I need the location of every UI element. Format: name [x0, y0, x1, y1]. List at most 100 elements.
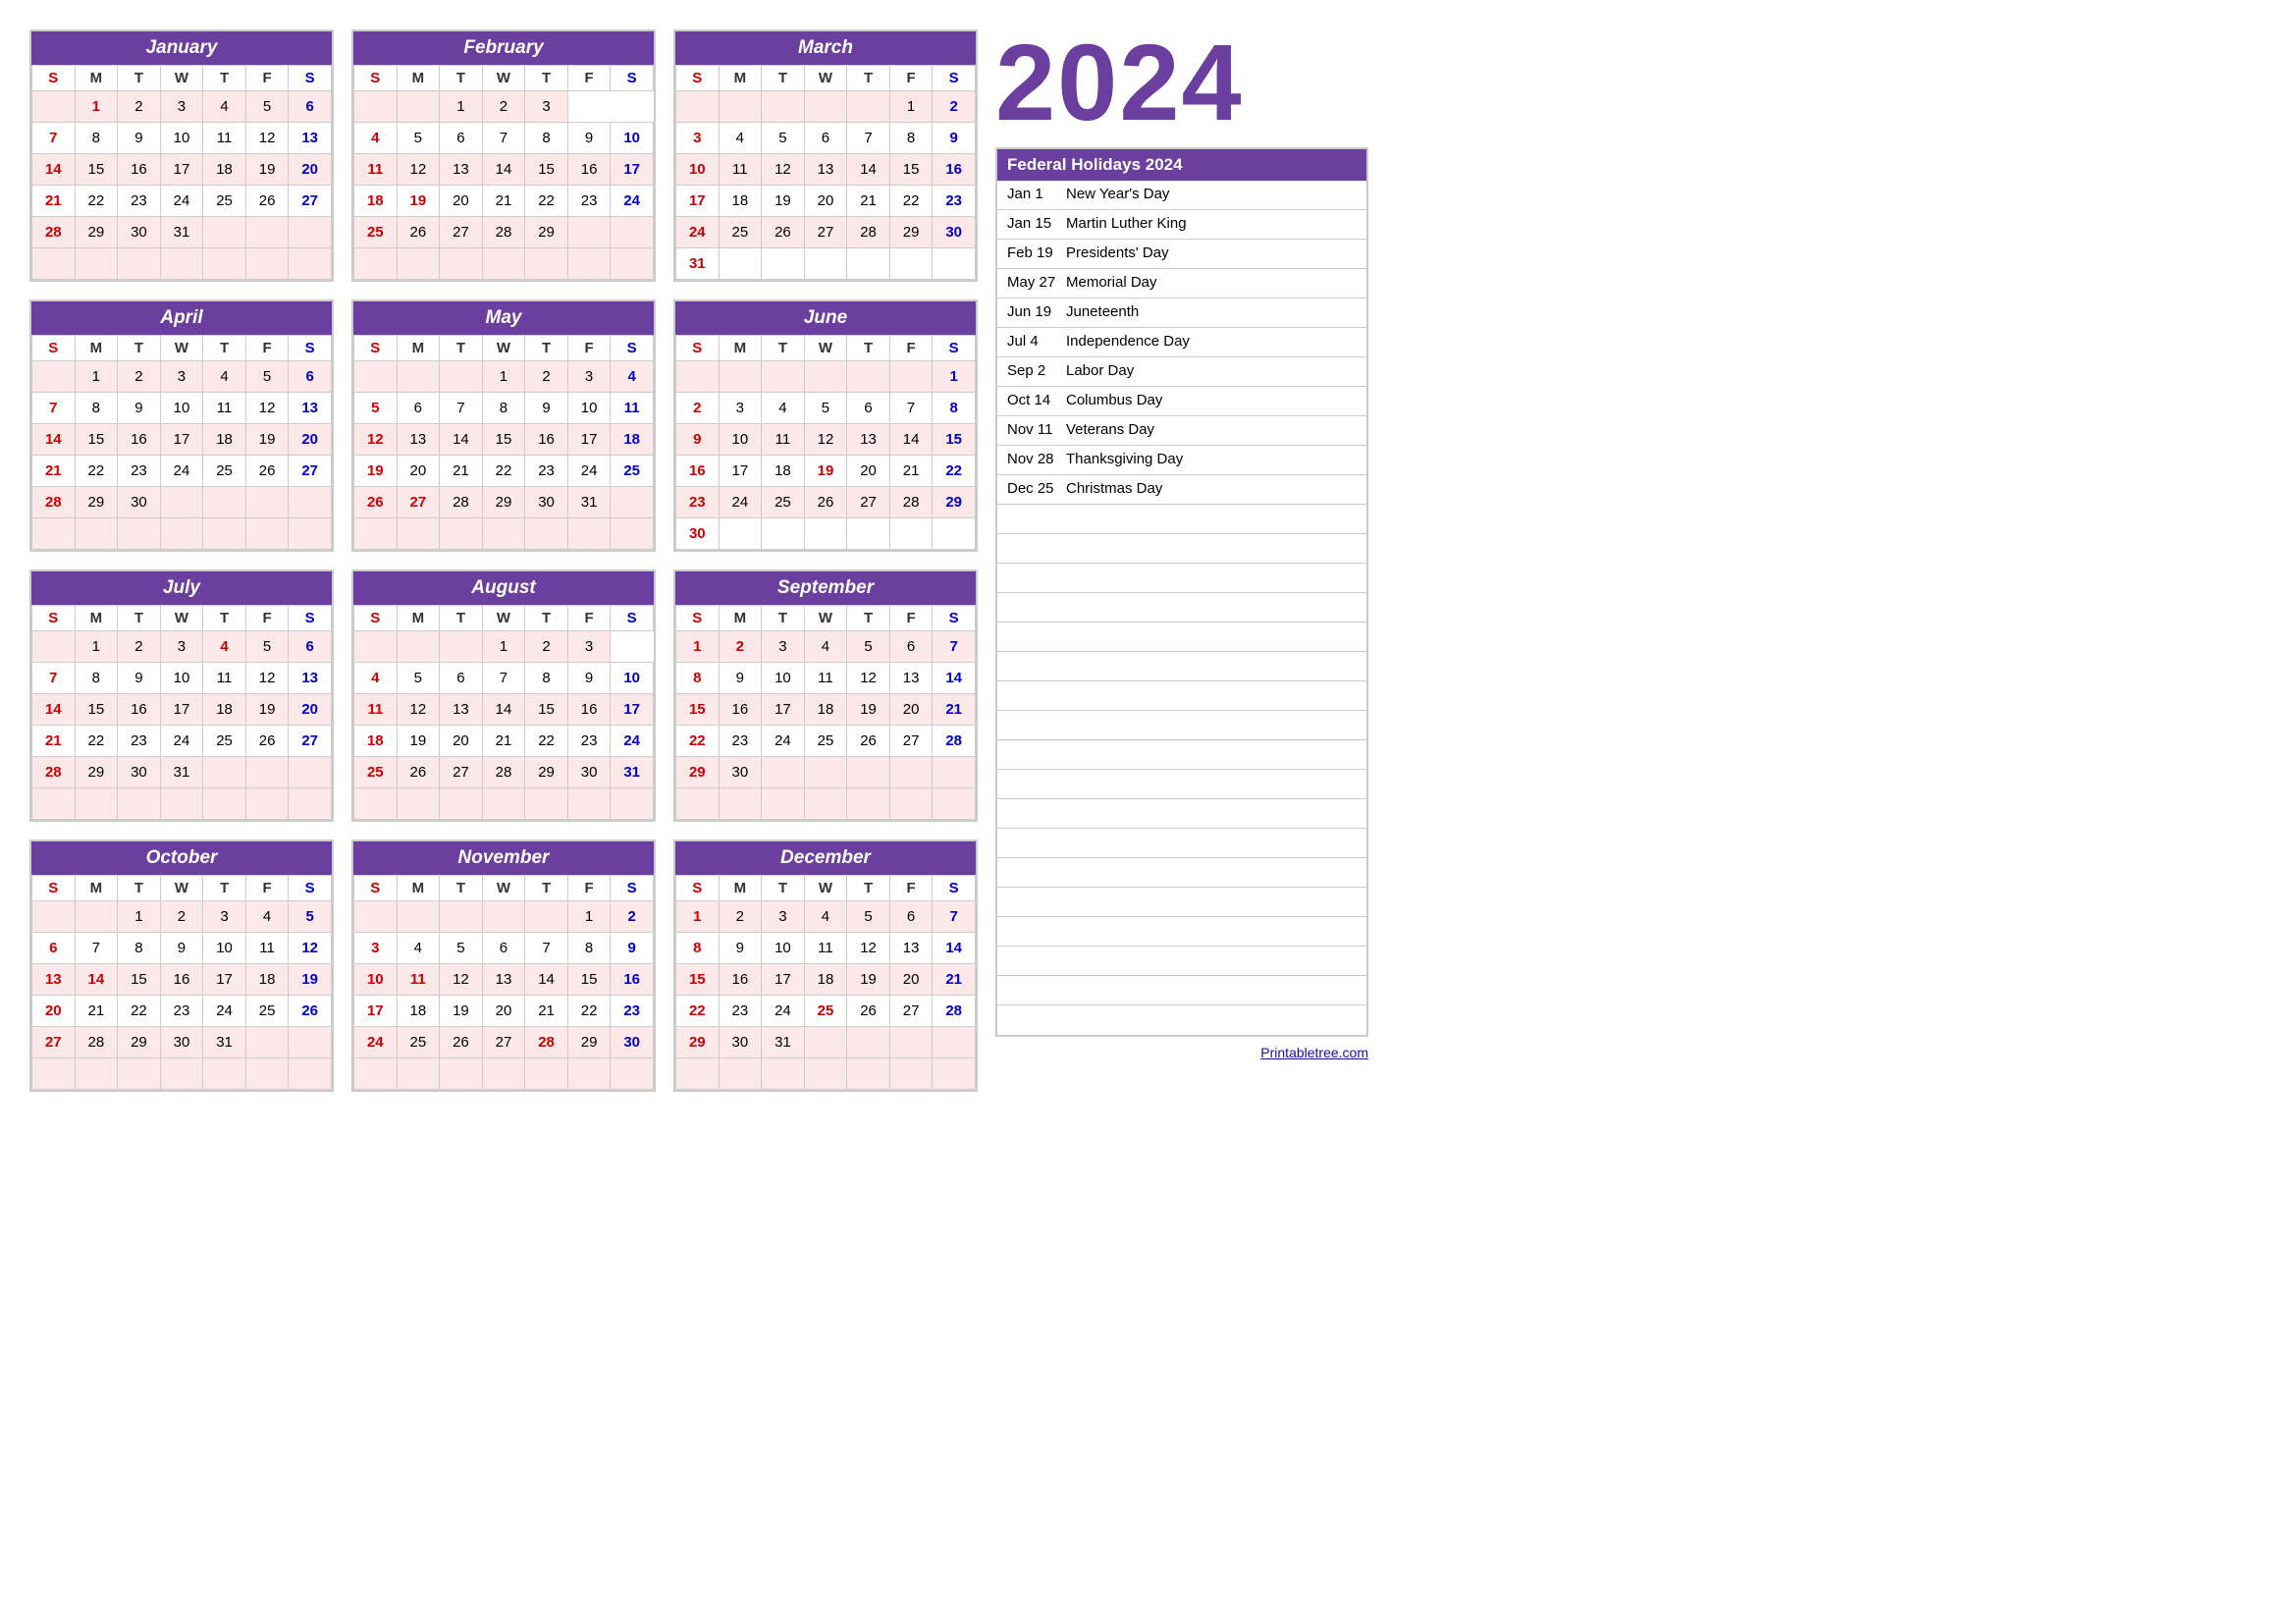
- day-header: F: [245, 336, 289, 361]
- calendar-day: 16: [611, 964, 654, 996]
- calendar-day: 18: [397, 996, 440, 1027]
- holiday-row: Jul 4Independence Day: [997, 328, 1366, 357]
- holiday-row-empty: [997, 711, 1366, 740]
- calendar-day-empty: [32, 518, 76, 550]
- calendar-day: [32, 91, 76, 123]
- day-header: S: [611, 606, 654, 631]
- calendar-day: 1: [75, 91, 118, 123]
- day-header: S: [676, 336, 720, 361]
- day-header: W: [482, 66, 525, 91]
- calendar-day: 5: [289, 901, 332, 933]
- calendar-day: 24: [160, 456, 203, 487]
- calendar-day: 21: [889, 456, 933, 487]
- calendar-day-empty: [611, 248, 654, 280]
- calendar-day: 1: [482, 361, 525, 393]
- month-title: May: [353, 301, 654, 335]
- calendar-day: 22: [75, 186, 118, 217]
- day-header: F: [245, 876, 289, 901]
- footer-link[interactable]: Printabletree.com: [995, 1045, 1368, 1060]
- month-november: NovemberSMTWTFS1234567891011121314151617…: [351, 839, 656, 1092]
- calendar-day-empty: [203, 518, 246, 550]
- calendar-day: [354, 91, 398, 123]
- calendar-day: 26: [804, 487, 847, 518]
- calendar-day: 12: [354, 424, 398, 456]
- day-header: M: [397, 336, 440, 361]
- calendar-day: 3: [719, 393, 762, 424]
- calendar-day-empty: [245, 788, 289, 820]
- day-header: T: [203, 66, 246, 91]
- calendar-day-empty: [440, 1058, 483, 1090]
- calendar-day: 2: [719, 631, 762, 663]
- day-header: T: [847, 606, 890, 631]
- calendar-day: 24: [611, 186, 654, 217]
- calendar-day: 25: [397, 1027, 440, 1058]
- day-header: F: [567, 66, 611, 91]
- day-header: W: [160, 336, 203, 361]
- calendar-day: 18: [203, 424, 246, 456]
- calendar-day-empty: [482, 518, 525, 550]
- day-header: M: [719, 66, 762, 91]
- calendar-day: 23: [567, 726, 611, 757]
- calendar-day: 24: [762, 726, 805, 757]
- calendar-day: 30: [676, 518, 720, 550]
- calendar-day: 16: [118, 694, 161, 726]
- calendar-day: 31: [676, 248, 720, 280]
- calendar-day-empty: [203, 1058, 246, 1090]
- calendar-day: 17: [676, 186, 720, 217]
- calendar-day: 29: [933, 487, 976, 518]
- calendar-day: 17: [567, 424, 611, 456]
- holiday-row-empty: [997, 770, 1366, 799]
- calendar-day-empty: [75, 1058, 118, 1090]
- calendar-day: 11: [804, 663, 847, 694]
- holiday-date: Jan 15: [1007, 215, 1066, 234]
- calendar-day: 2: [482, 91, 525, 123]
- month-title: December: [675, 841, 976, 875]
- calendar-day: 23: [118, 456, 161, 487]
- calendar-day: [289, 1027, 332, 1058]
- calendar-day: 2: [118, 91, 161, 123]
- day-header: F: [567, 336, 611, 361]
- calendar-day: 20: [804, 186, 847, 217]
- calendar-day: [719, 91, 762, 123]
- day-header: T: [525, 336, 568, 361]
- calendar-day: 31: [611, 757, 654, 788]
- calendar-day: 28: [933, 996, 976, 1027]
- holiday-row-empty: [997, 623, 1366, 652]
- calendar-day: 9: [118, 393, 161, 424]
- calendar-day-empty: [567, 248, 611, 280]
- calendar-day: [719, 518, 762, 550]
- calendar-day: 29: [889, 217, 933, 248]
- calendar-day-empty: [847, 788, 890, 820]
- page-layout: JanuarySMTWTFS12345678910111213141516171…: [29, 29, 2267, 1092]
- calendar-day: 24: [719, 487, 762, 518]
- calendar-day: 17: [762, 694, 805, 726]
- calendar-day: 2: [525, 631, 568, 663]
- calendar-day: 2: [525, 361, 568, 393]
- calendar-day: 24: [354, 1027, 398, 1058]
- calendar-day: 26: [762, 217, 805, 248]
- calendar-day: 15: [75, 694, 118, 726]
- day-header: W: [160, 606, 203, 631]
- holiday-date: Jan 1: [1007, 186, 1066, 204]
- calendar-day: 7: [933, 631, 976, 663]
- calendar-day: [933, 248, 976, 280]
- calendar-day: 24: [160, 186, 203, 217]
- calendar-day: [676, 91, 720, 123]
- calendar-day-empty: [203, 248, 246, 280]
- month-december: DecemberSMTWTFS1234567891011121314151617…: [673, 839, 978, 1092]
- calendar-day: 14: [933, 663, 976, 694]
- calendar-day: [719, 361, 762, 393]
- calendar-day: 10: [762, 933, 805, 964]
- calendar-day: 6: [847, 393, 890, 424]
- calendar-day: 5: [847, 901, 890, 933]
- calendar-day: 18: [245, 964, 289, 996]
- holiday-row: May 27Memorial Day: [997, 269, 1366, 298]
- calendar-day: 19: [847, 694, 890, 726]
- day-header: W: [804, 66, 847, 91]
- day-header: T: [762, 66, 805, 91]
- calendar-day: 17: [611, 694, 654, 726]
- calendar-day: 25: [804, 996, 847, 1027]
- holiday-row-empty: [997, 564, 1366, 593]
- calendar-day: 6: [289, 361, 332, 393]
- calendar-day: 8: [889, 123, 933, 154]
